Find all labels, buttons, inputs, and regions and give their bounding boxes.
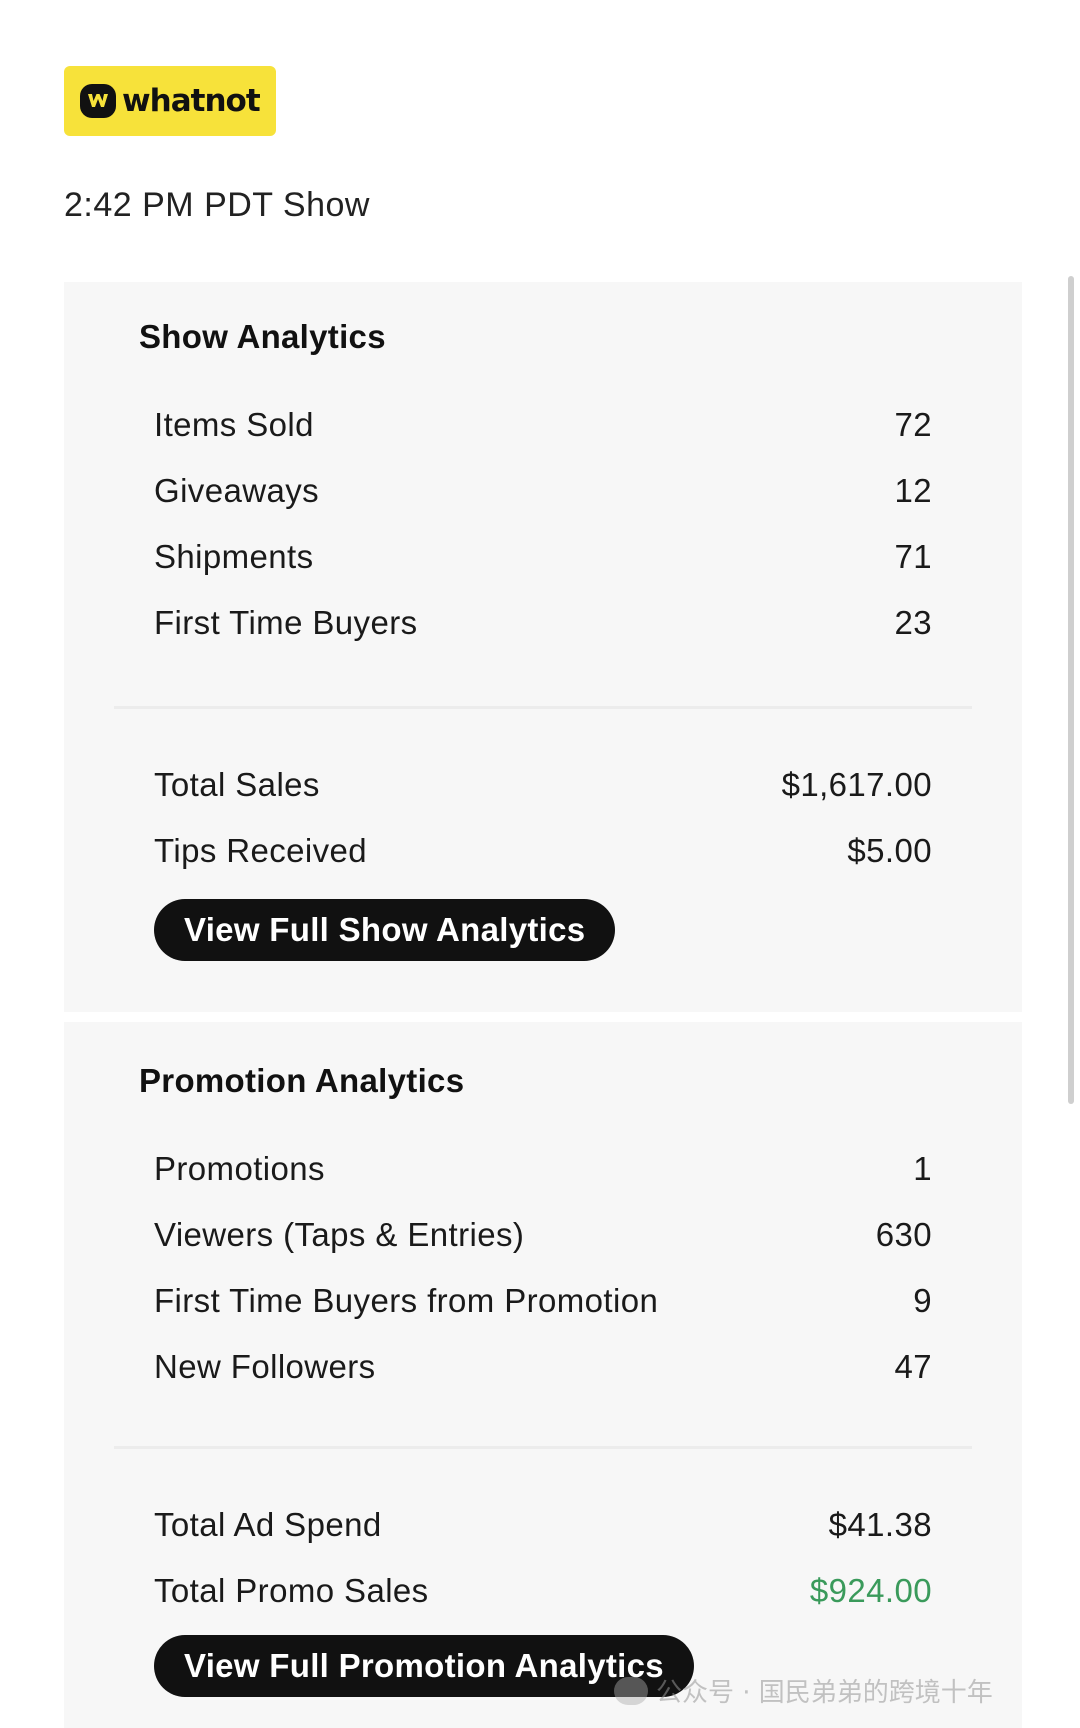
total-row-promo-sales: Total Promo Sales $924.00 — [154, 1558, 932, 1624]
total-label: Total Promo Sales — [154, 1572, 429, 1609]
stat-label: New Followers — [154, 1348, 376, 1385]
view-full-show-analytics-button[interactable]: View Full Show Analytics — [154, 899, 616, 961]
stat-value: 72 — [894, 406, 932, 443]
wechat-icon — [614, 1676, 648, 1705]
promotion-totals-list: Total Ad Spend $41.38 Total Promo Sales … — [154, 1492, 932, 1624]
stat-row-first-time-buyers: First Time Buyers 23 — [154, 590, 932, 656]
stat-row-items-sold: Items Sold 72 — [154, 392, 932, 458]
stat-value: 47 — [894, 1348, 932, 1385]
stat-label: Giveaways — [154, 472, 319, 509]
stat-label: Items Sold — [154, 406, 314, 443]
stat-row-giveaways: Giveaways 12 — [154, 458, 932, 524]
stat-label: Promotions — [154, 1150, 325, 1187]
stat-row-new-followers: New Followers 47 — [154, 1334, 932, 1400]
whatnot-logo: whatnot — [64, 66, 276, 136]
watermark: 公众号 · 国民弟弟的跨境十年 — [614, 1672, 993, 1709]
promotion-analytics-card: Promotion Analytics Promotions 1 Viewers… — [64, 1022, 1022, 1728]
scrollbar[interactable] — [1068, 276, 1074, 1104]
stat-value: 23 — [894, 604, 932, 641]
show-title: 2:42 PM PDT Show — [64, 186, 370, 224]
stat-value: 71 — [894, 538, 932, 575]
total-row-tips: Tips Received $5.00 — [154, 818, 932, 884]
stat-label: First Time Buyers from Promotion — [154, 1282, 659, 1319]
total-value-positive: $924.00 — [809, 1572, 932, 1609]
stat-value: 12 — [894, 472, 932, 509]
stat-label: Shipments — [154, 538, 314, 575]
stat-value: 9 — [913, 1282, 932, 1319]
stat-label: First Time Buyers — [154, 604, 418, 641]
total-label: Total Sales — [154, 766, 320, 803]
total-value: $1,617.00 — [781, 766, 932, 803]
stat-value: 630 — [875, 1216, 932, 1253]
watermark-text: 公众号 · 国民弟弟的跨境十年 — [656, 1678, 993, 1708]
show-analytics-title: Show Analytics — [139, 318, 386, 355]
show-analytics-card: Show Analytics Items Sold 72 Giveaways 1… — [64, 282, 1022, 1012]
stat-value: 1 — [913, 1150, 932, 1187]
total-label: Total Ad Spend — [154, 1506, 382, 1543]
promotion-stats-list: Promotions 1 Viewers (Taps & Entries) 63… — [154, 1136, 932, 1400]
whatnot-logo-icon — [80, 84, 116, 118]
total-label: Tips Received — [154, 832, 368, 869]
stat-row-first-time-buyers-promo: First Time Buyers from Promotion 9 — [154, 1268, 932, 1334]
total-value: $41.38 — [828, 1506, 932, 1543]
show-stats-list: Items Sold 72 Giveaways 12 Shipments 71 … — [154, 392, 932, 656]
stat-row-shipments: Shipments 71 — [154, 524, 932, 590]
stat-row-viewers: Viewers (Taps & Entries) 630 — [154, 1202, 932, 1268]
total-row-sales: Total Sales $1,617.00 — [154, 752, 932, 818]
promotion-analytics-title: Promotion Analytics — [139, 1062, 465, 1099]
section-divider — [114, 706, 972, 709]
view-full-promotion-analytics-button[interactable]: View Full Promotion Analytics — [154, 1635, 694, 1697]
show-totals-list: Total Sales $1,617.00 Tips Received $5.0… — [154, 752, 932, 884]
stat-row-promotions: Promotions 1 — [154, 1136, 932, 1202]
section-divider — [114, 1446, 972, 1449]
stat-label: Viewers (Taps & Entries) — [154, 1216, 525, 1253]
total-value: $5.00 — [847, 832, 932, 869]
brand-name: whatnot — [122, 83, 261, 119]
total-row-ad-spend: Total Ad Spend $41.38 — [154, 1492, 932, 1558]
